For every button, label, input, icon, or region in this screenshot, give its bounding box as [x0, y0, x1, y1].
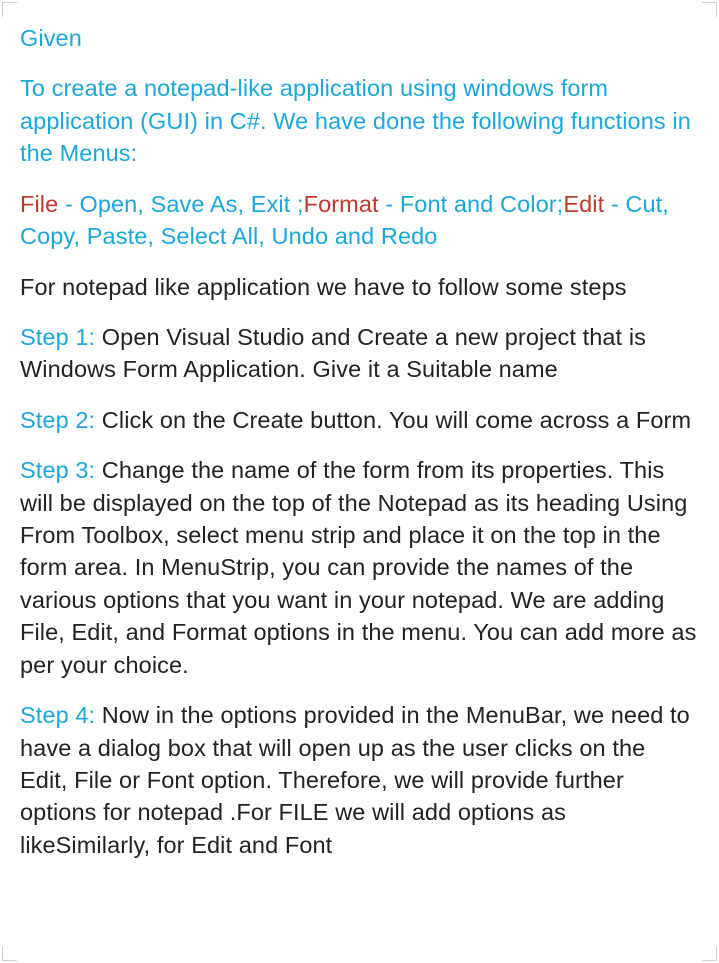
step-4-label: Step 4:	[20, 702, 95, 728]
step-1: Step 1: Open Visual Studio and Create a …	[20, 321, 699, 386]
crop-corner-tl	[2, 2, 17, 17]
step-2-text: Click on the Create button. You will com…	[95, 407, 691, 433]
menu-format-label: Format	[304, 191, 379, 217]
crop-corner-bl	[2, 946, 17, 961]
menu-edit-label: Edit	[563, 191, 604, 217]
heading-given: Given	[20, 22, 699, 54]
step-1-label: Step 1:	[20, 324, 95, 350]
crop-corner-tr	[702, 2, 717, 17]
intro-paragraph: To create a notepad-like application usi…	[20, 72, 699, 169]
step-3-label: Step 3:	[20, 457, 95, 483]
step-3: Step 3: Change the name of the form from…	[20, 454, 699, 681]
step-3-text: Change the name of the form from its pro…	[20, 457, 696, 678]
note-line: For notepad like application we have to …	[20, 271, 699, 303]
step-2-label: Step 2:	[20, 407, 95, 433]
step-2: Step 2: Click on the Create button. You …	[20, 404, 699, 436]
menu-file-label: File	[20, 191, 58, 217]
step-4: Step 4: Now in the options provided in t…	[20, 699, 699, 861]
step-1-text: Open Visual Studio and Create a new proj…	[20, 324, 646, 382]
menu-format-items: - Font and Color;	[379, 191, 564, 217]
step-4-text: Now in the options provided in the MenuB…	[20, 702, 690, 858]
menus-line: File - Open, Save As, Exit ;Format - Fon…	[20, 188, 699, 253]
crop-corner-br	[702, 946, 717, 961]
document-page: Given To create a notepad-like applicati…	[0, 0, 719, 963]
menu-file-items: - Open, Save As, Exit ;	[58, 191, 303, 217]
